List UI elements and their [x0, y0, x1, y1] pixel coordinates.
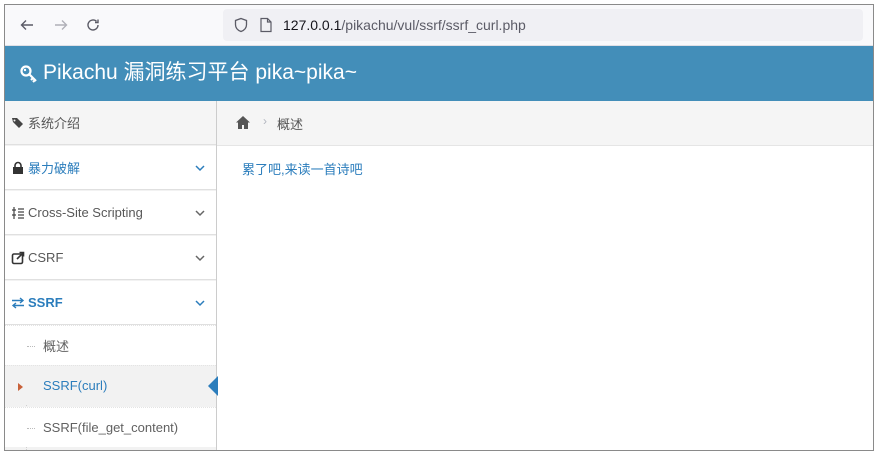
address-bar[interactable]: 127.0.0.1/pikachu/vul/ssrf/ssrf_curl.php — [223, 9, 863, 41]
share-icon — [11, 251, 25, 265]
back-icon[interactable] — [15, 13, 39, 37]
sidebar-item-label: SSRF — [28, 295, 63, 310]
site-header: Pikachu 漏洞练习平台 pika~pika~ — [5, 46, 873, 101]
submenu-item-overview[interactable]: 概述 — [5, 325, 216, 365]
browser-window: 127.0.0.1/pikachu/vul/ssrf/ssrf_curl.php… — [4, 4, 874, 451]
submenu-item-label: SSRF(curl) — [43, 378, 108, 393]
chevron-down-icon — [195, 165, 205, 172]
page-icon[interactable] — [259, 17, 273, 33]
exchange-icon — [11, 296, 25, 310]
chevron-down-icon — [195, 255, 205, 262]
reload-icon[interactable] — [81, 13, 105, 37]
browser-toolbar: 127.0.0.1/pikachu/vul/ssrf/ssrf_curl.php — [5, 5, 873, 46]
sidebar-item-label: 暴力破解 — [28, 161, 81, 176]
sidebar-item-label: CSRF — [28, 250, 64, 265]
sidebar-item-label: Cross-Site Scripting — [28, 205, 143, 220]
breadcrumb: › 概述 — [217, 101, 873, 146]
url-host: 127.0.0.1 — [283, 17, 342, 33]
breadcrumb-separator-icon: › — [263, 114, 267, 128]
shield-icon[interactable] — [233, 17, 249, 33]
submenu-item-ssrf-file-get-content[interactable]: SSRF(file_get_content) — [5, 407, 216, 447]
key-icon — [20, 65, 37, 83]
tags-icon — [11, 116, 25, 130]
submenu-item-label: 概述 — [43, 339, 70, 354]
chevron-down-icon — [195, 210, 205, 217]
site-title[interactable]: Pikachu 漏洞练习平台 pika~pika~ — [43, 60, 357, 86]
list-icon — [11, 206, 25, 220]
sidebar-item-csrf[interactable]: CSRF — [5, 236, 216, 280]
sidebar: 系统介绍 暴力破解 Cross-Site Scripting CSRF SSRF… — [5, 101, 218, 450]
tree-dash — [27, 428, 35, 429]
sidebar-item-label: 系统介绍 — [28, 116, 81, 131]
sidebar-item-brute-force[interactable]: 暴力破解 — [5, 146, 216, 190]
caret-right-icon — [18, 383, 23, 391]
active-indicator — [208, 376, 218, 396]
lock-icon — [11, 161, 25, 175]
forward-icon[interactable] — [49, 13, 73, 37]
home-icon[interactable] — [235, 115, 251, 130]
sidebar-item-ssrf[interactable]: SSRF — [5, 281, 216, 325]
url-path: /pikachu/vul/ssrf/ssrf_curl.php — [341, 17, 526, 33]
tree-dash — [27, 346, 35, 347]
poem-link[interactable]: 累了吧,来读一首诗吧 — [242, 159, 363, 178]
url-text[interactable]: 127.0.0.1/pikachu/vul/ssrf/ssrf_curl.php — [283, 17, 526, 33]
chevron-down-icon — [195, 300, 205, 307]
submenu-item-label: SSRF(file_get_content) — [43, 420, 179, 435]
sidebar-item-xss[interactable]: Cross-Site Scripting — [5, 191, 216, 235]
submenu-item-ssrf-curl[interactable]: SSRF(curl) — [5, 365, 218, 405]
sidebar-item-intro[interactable]: 系统介绍 — [5, 101, 216, 145]
breadcrumb-current: 概述 — [277, 117, 304, 132]
